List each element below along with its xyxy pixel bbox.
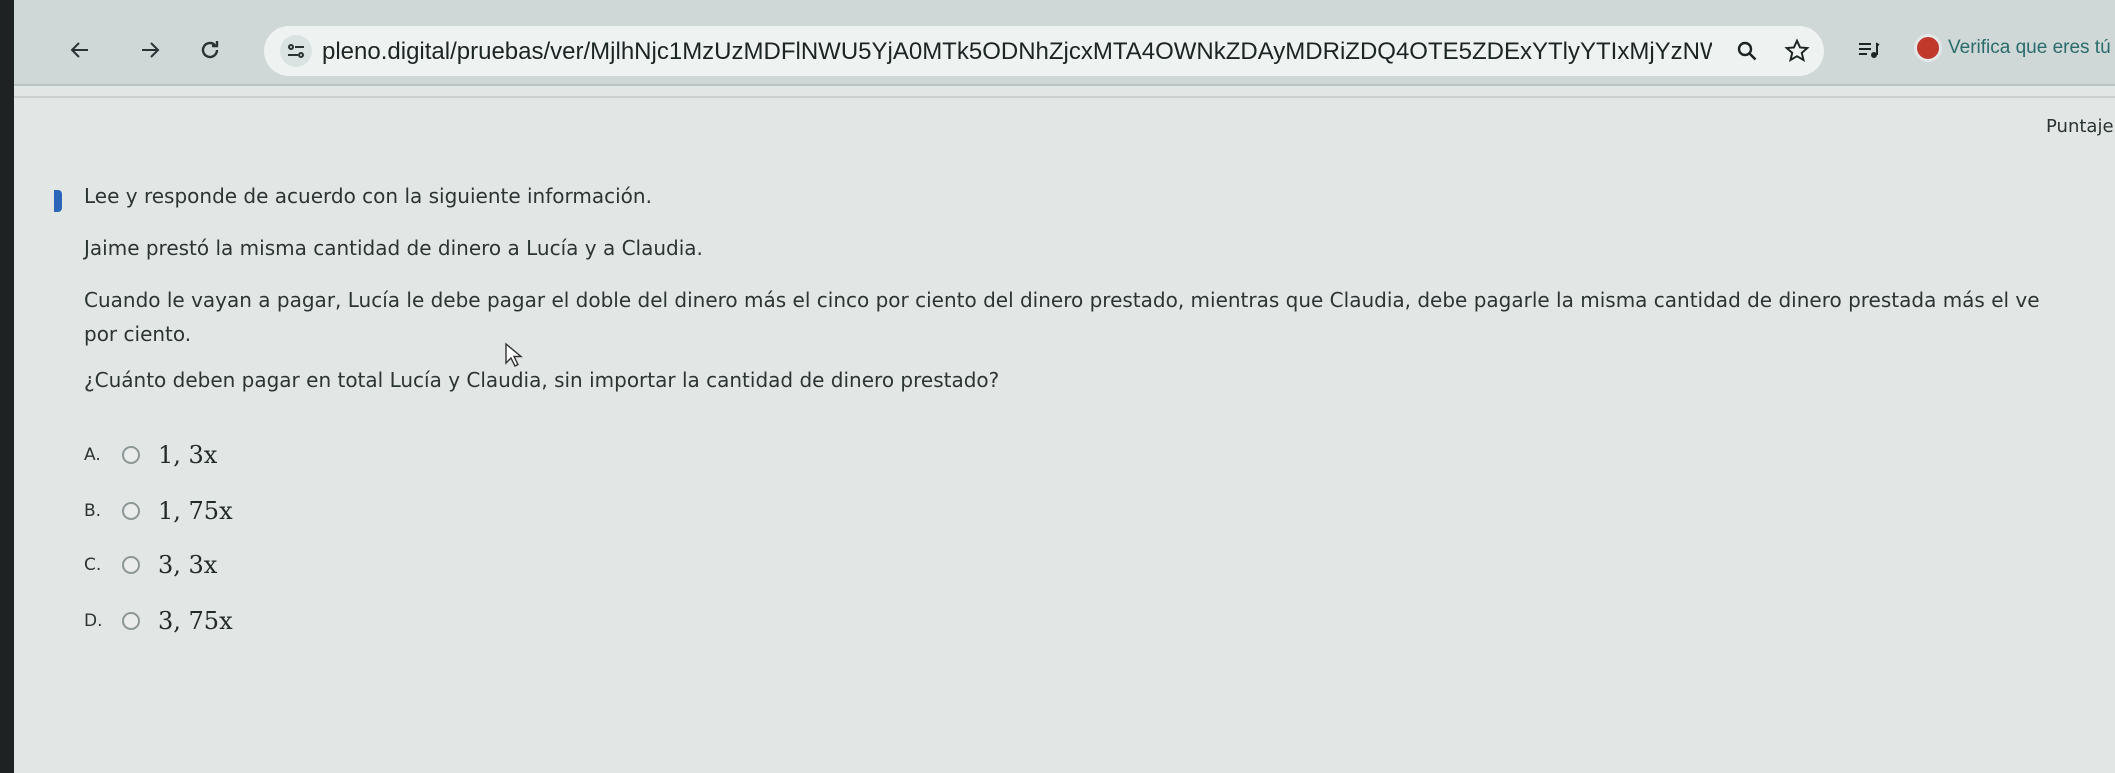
context-text-1: Jaime prestó la misma cantidad de dinero… <box>84 236 703 260</box>
zoom-icon[interactable] <box>1732 36 1762 66</box>
context-text-2: Cuando le vayan a pagar, Lucía le debe p… <box>84 288 2040 312</box>
option-letter: C. <box>84 555 102 575</box>
verify-label: Verifica que eres tú <box>1948 37 2111 58</box>
option-letter: B. <box>84 501 102 521</box>
back-arrow-icon[interactable] <box>64 34 96 66</box>
exam-page: Puntaje Lee y responde de acuerdo con la… <box>14 86 2115 773</box>
instruction-text: Lee y responde de acuerdo con la siguien… <box>84 184 652 208</box>
media-controls-icon[interactable] <box>1852 34 1884 66</box>
star-icon[interactable] <box>1782 36 1812 66</box>
radio-button[interactable] <box>122 612 140 630</box>
option-letter: A. <box>84 445 101 465</box>
radio-button[interactable] <box>122 446 140 464</box>
option-text[interactable]: 3, 3x <box>158 551 217 579</box>
verify-human-badge[interactable]: Verifica que eres tú <box>1914 28 2115 68</box>
option-b[interactable]: B. 1, 75x <box>84 496 233 526</box>
option-a[interactable]: A. 1, 3x <box>84 440 217 470</box>
reload-icon[interactable] <box>194 34 226 66</box>
question-marker <box>54 190 62 212</box>
option-text[interactable]: 1, 75x <box>158 497 233 525</box>
browser-toolbar: pleno.digital/pruebas/ver/MjlhNjc1MzUzMD… <box>14 0 2115 86</box>
option-text[interactable]: 1, 3x <box>158 441 217 469</box>
option-d[interactable]: D. 3, 75x <box>84 606 233 636</box>
option-c[interactable]: C. 3, 3x <box>84 550 217 580</box>
question-text: ¿Cuánto deben pagar en total Lucía y Cla… <box>84 368 1000 392</box>
address-bar[interactable]: pleno.digital/pruebas/ver/MjlhNjc1MzUzMD… <box>264 26 1824 76</box>
site-info-icon[interactable] <box>280 35 312 67</box>
url-text[interactable]: pleno.digital/pruebas/ver/MjlhNjc1MzUzMD… <box>322 38 1712 66</box>
option-letter: D. <box>84 611 103 631</box>
radio-button[interactable] <box>122 556 140 574</box>
progress-divider <box>14 96 2115 98</box>
profile-icon <box>1914 34 1942 62</box>
option-text[interactable]: 3, 75x <box>158 607 233 635</box>
score-label: Puntaje <box>2046 116 2114 137</box>
forward-arrow-icon[interactable] <box>134 34 166 66</box>
context-text-2-cont: por ciento. <box>84 322 192 346</box>
mouse-cursor-icon <box>504 342 524 372</box>
radio-button[interactable] <box>122 502 140 520</box>
screen-bezel <box>0 0 14 773</box>
